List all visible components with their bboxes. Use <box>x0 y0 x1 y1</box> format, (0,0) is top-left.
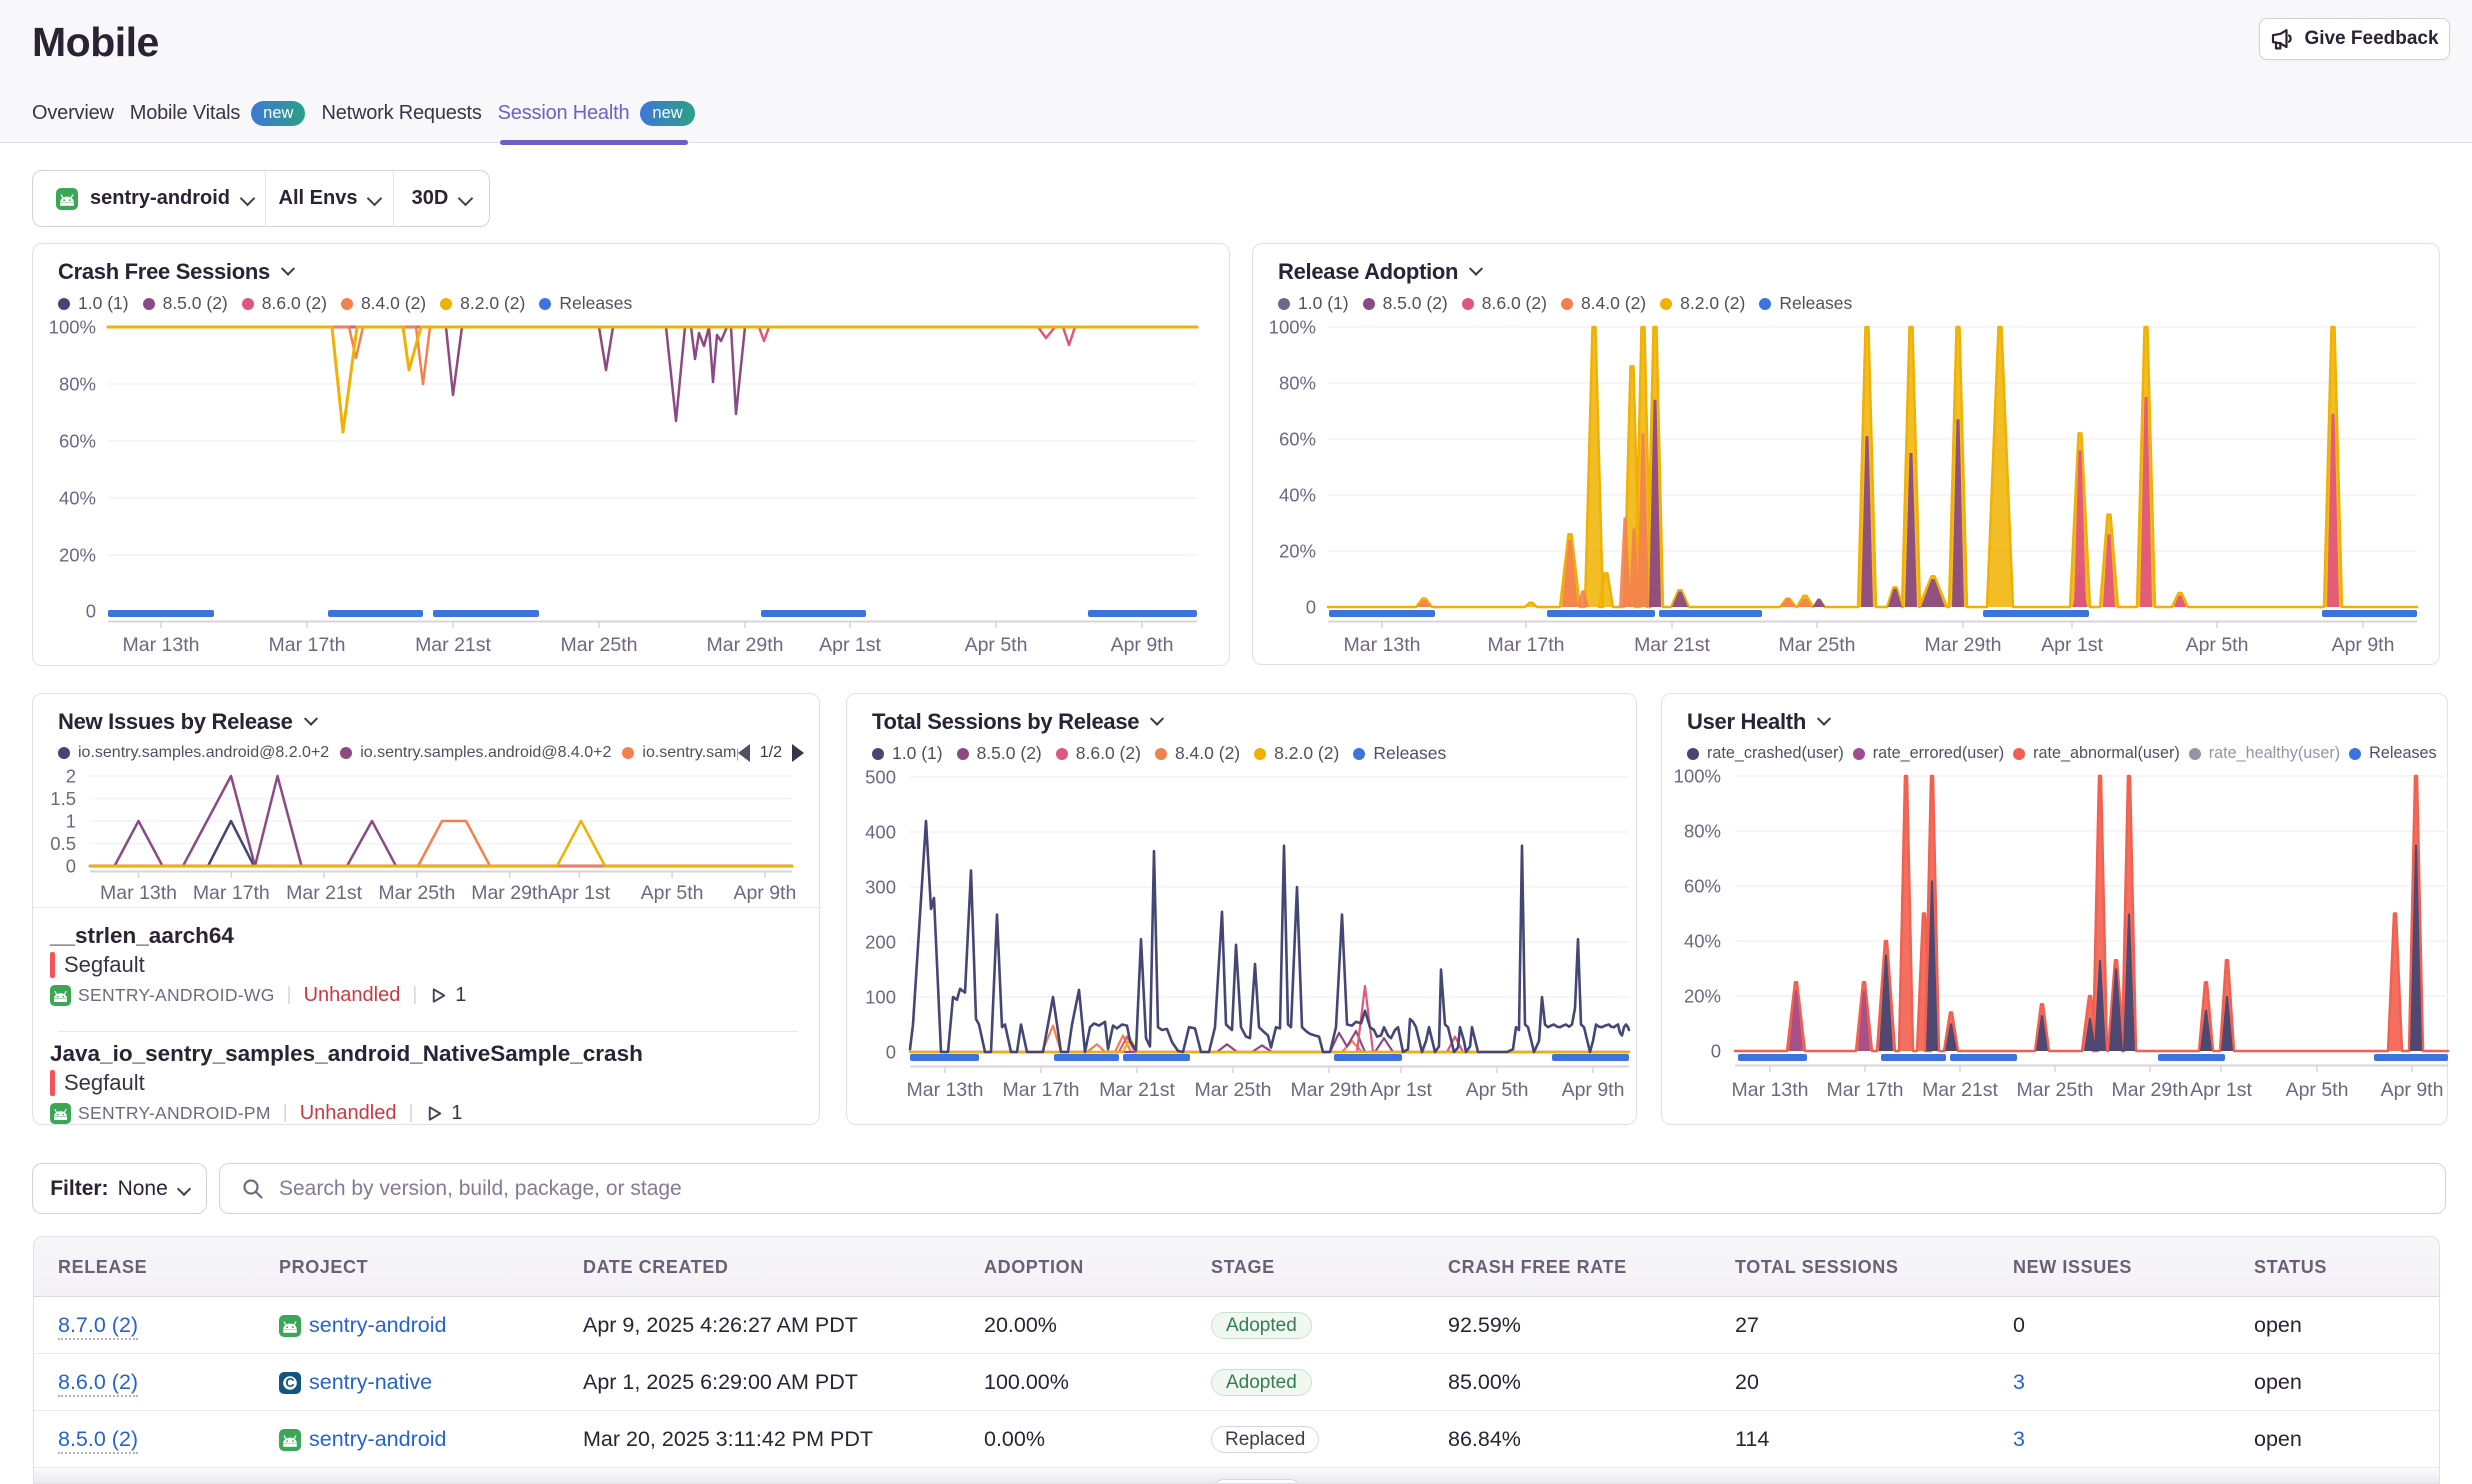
svg-text:1: 1 <box>66 811 76 832</box>
svg-text:Apr 9th: Apr 9th <box>2381 1079 2444 1101</box>
svg-text:500: 500 <box>865 767 896 788</box>
svg-text:Mar 13th: Mar 13th <box>907 1079 984 1101</box>
svg-text:1.5: 1.5 <box>50 788 76 809</box>
svg-text:100%: 100% <box>1269 317 1316 338</box>
svg-text:0: 0 <box>1306 597 1316 618</box>
svg-text:Apr 9th: Apr 9th <box>2332 634 2395 656</box>
svg-text:100%: 100% <box>49 317 96 338</box>
svg-text:60%: 60% <box>1684 876 1721 897</box>
svg-text:80%: 80% <box>59 374 96 395</box>
svg-text:Apr 1st: Apr 1st <box>2041 634 2103 656</box>
svg-text:Mar 25th: Mar 25th <box>1779 634 1856 656</box>
svg-text:Mar 21st: Mar 21st <box>415 634 491 656</box>
svg-text:Mar 17th: Mar 17th <box>269 634 346 656</box>
svg-text:Mar 21st: Mar 21st <box>1099 1079 1175 1101</box>
svg-text:80%: 80% <box>1279 373 1316 394</box>
svg-text:20%: 20% <box>1684 986 1721 1007</box>
svg-text:Apr 9th: Apr 9th <box>1562 1079 1625 1101</box>
svg-text:Mar 25th: Mar 25th <box>561 634 638 656</box>
svg-text:Mar 17th: Mar 17th <box>1488 634 1565 656</box>
svg-text:Apr 1st: Apr 1st <box>548 882 610 904</box>
svg-text:Apr 1st: Apr 1st <box>1370 1079 1432 1101</box>
svg-text:Mar 17th: Mar 17th <box>1827 1079 1904 1101</box>
svg-text:60%: 60% <box>59 431 96 452</box>
svg-text:Mar 25th: Mar 25th <box>1195 1079 1272 1101</box>
svg-text:Mar 17th: Mar 17th <box>1003 1079 1080 1101</box>
svg-text:200: 200 <box>865 932 896 953</box>
svg-text:40%: 40% <box>1684 931 1721 952</box>
svg-text:Apr 9th: Apr 9th <box>733 882 796 904</box>
svg-text:300: 300 <box>865 877 896 898</box>
svg-text:400: 400 <box>865 822 896 843</box>
svg-text:Mar 25th: Mar 25th <box>2017 1079 2094 1101</box>
svg-text:0: 0 <box>66 856 76 877</box>
svg-text:100: 100 <box>865 987 896 1008</box>
svg-text:40%: 40% <box>59 488 96 509</box>
svg-text:C: C <box>285 1376 294 1390</box>
svg-text:Mar 13th: Mar 13th <box>1732 1079 1809 1101</box>
svg-text:60%: 60% <box>1279 429 1316 450</box>
svg-text:Mar 29th: Mar 29th <box>471 882 548 904</box>
svg-text:Mar 17th: Mar 17th <box>193 882 270 904</box>
svg-text:Apr 5th: Apr 5th <box>2286 1079 2349 1101</box>
svg-text:Mar 29th: Mar 29th <box>2112 1079 2189 1101</box>
svg-text:Apr 5th: Apr 5th <box>1466 1079 1529 1101</box>
svg-text:100%: 100% <box>1674 766 1721 787</box>
svg-text:Apr 5th: Apr 5th <box>641 882 704 904</box>
svg-text:Mar 29th: Mar 29th <box>1291 1079 1368 1101</box>
svg-text:20%: 20% <box>59 545 96 566</box>
svg-text:0: 0 <box>86 601 96 622</box>
svg-text:Apr 1st: Apr 1st <box>819 634 881 656</box>
svg-text:Mar 21st: Mar 21st <box>1634 634 1710 656</box>
svg-text:0: 0 <box>886 1042 896 1063</box>
svg-text:Apr 1st: Apr 1st <box>2190 1079 2252 1101</box>
svg-text:Apr 5th: Apr 5th <box>2186 634 2249 656</box>
svg-text:20%: 20% <box>1279 541 1316 562</box>
svg-text:Mar 13th: Mar 13th <box>100 882 177 904</box>
svg-text:Mar 29th: Mar 29th <box>1925 634 2002 656</box>
svg-text:Mar 13th: Mar 13th <box>123 634 200 656</box>
svg-text:Mar 13th: Mar 13th <box>1344 634 1421 656</box>
svg-text:40%: 40% <box>1279 485 1316 506</box>
svg-text:Mar 29th: Mar 29th <box>707 634 784 656</box>
svg-text:2: 2 <box>66 766 76 787</box>
svg-text:Apr 9th: Apr 9th <box>1111 634 1174 656</box>
svg-text:0.5: 0.5 <box>50 833 76 854</box>
svg-text:Mar 25th: Mar 25th <box>378 882 455 904</box>
svg-text:80%: 80% <box>1684 821 1721 842</box>
svg-text:Mar 21st: Mar 21st <box>1922 1079 1998 1101</box>
svg-text:0: 0 <box>1711 1041 1721 1062</box>
svg-text:Mar 21st: Mar 21st <box>286 882 362 904</box>
svg-text:Apr 5th: Apr 5th <box>965 634 1028 656</box>
